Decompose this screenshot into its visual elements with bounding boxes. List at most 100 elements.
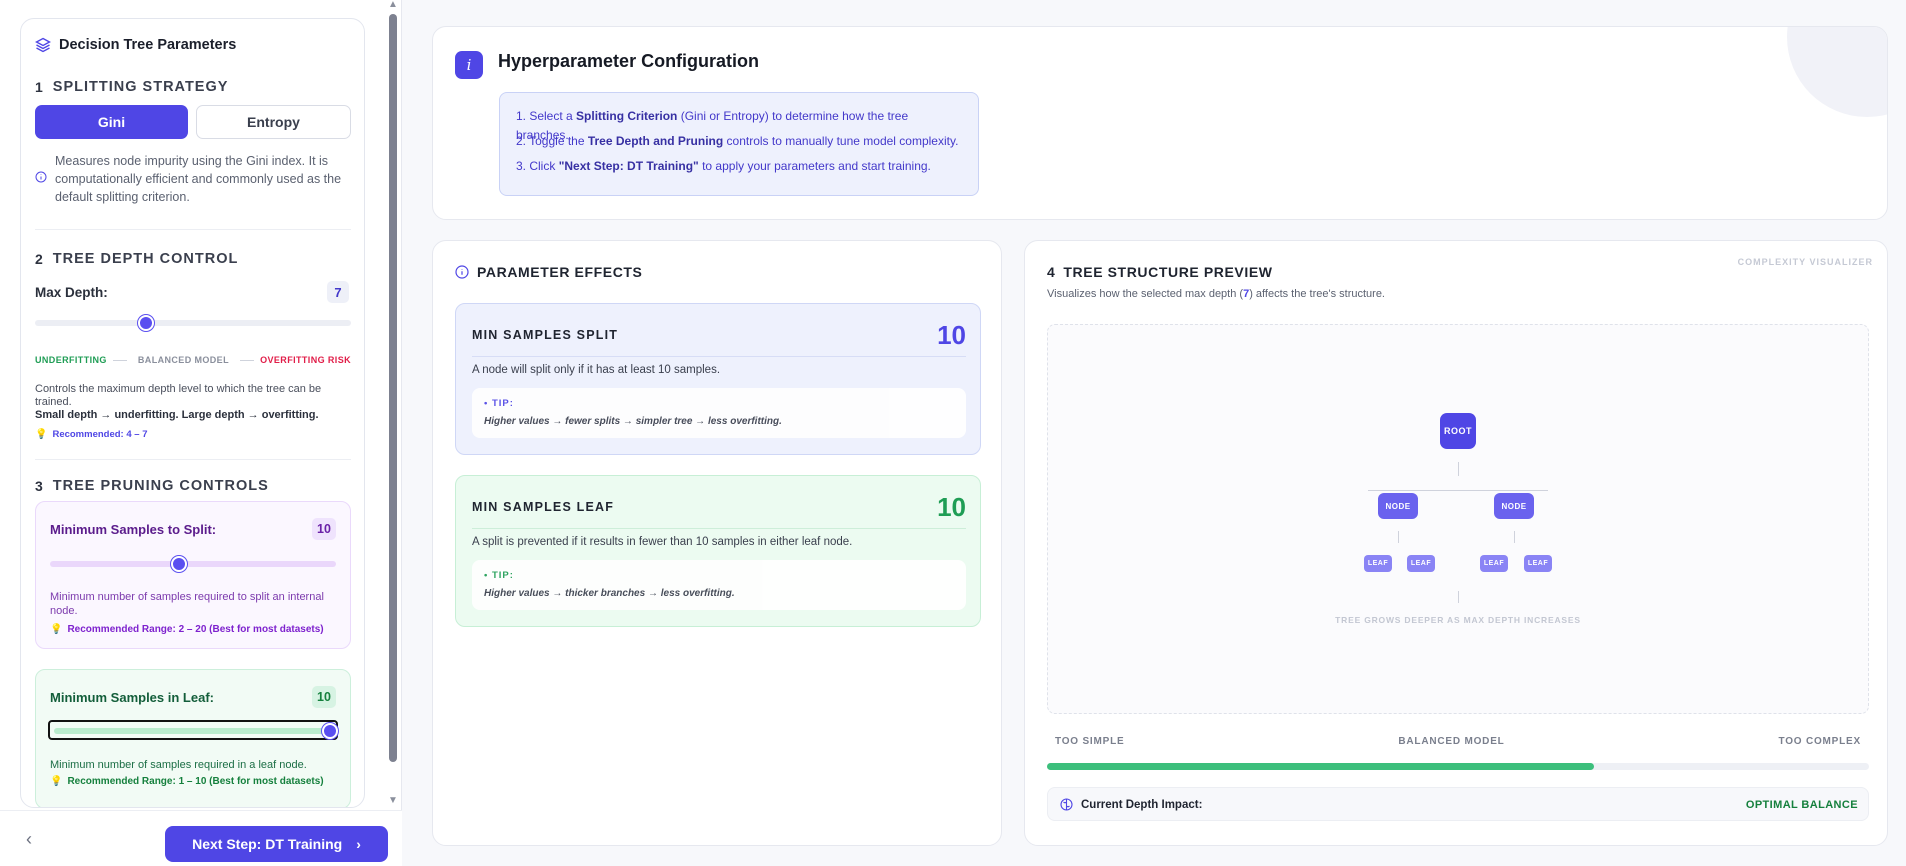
min-samples-leaf-description: Minimum number of samples required in a … (50, 759, 307, 771)
min-samples-leaf-label: Minimum Samples in Leaf: (50, 690, 214, 705)
tree-caption: TREE GROWS DEEPER AS MAX DEPTH INCREASES (1335, 615, 1581, 625)
divider (240, 359, 255, 361)
min-samples-leaf-slider[interactable] (54, 728, 330, 734)
min-samples-split-slider-thumb[interactable] (170, 556, 187, 572)
step-2: 2. Toggle the Tree Depth and Pruning con… (516, 132, 962, 157)
depth-recommendation: 💡 Recommended: 4 – 7 (35, 429, 148, 440)
tip-label: • TIP: (484, 570, 514, 581)
tree-node: NODE (1378, 493, 1418, 519)
back-chevron-icon[interactable]: ‹ (26, 829, 32, 850)
scrollbar-thumb[interactable] (389, 14, 397, 762)
tree-leaf: LEAF (1364, 555, 1392, 572)
complexity-bar-fill (1047, 763, 1594, 770)
complexity-scale: TOO SIMPLE BALANCED MODEL TOO COMPLEX (1055, 736, 1861, 747)
depth-description-line2: Small depth → underfitting. Large depth … (35, 409, 319, 421)
section-number: 2 (35, 251, 43, 267)
brain-icon (1060, 798, 1073, 811)
layers-icon (35, 37, 51, 53)
tip-text: Higher values → thicker branches → less … (484, 588, 735, 599)
tree-subtitle-text: ) affects the tree's structure. (1249, 288, 1385, 300)
step-1: 1. Select a Splitting Criterion (Gini or… (516, 107, 962, 142)
overfitting-label: OVERFITTING RISK (260, 355, 351, 365)
tip-label: • TIP: (484, 398, 514, 409)
effect-tip: • TIP: Higher values → fewer splits → si… (472, 388, 966, 438)
depth-description: Controls the maximum depth level to whic… (35, 383, 345, 422)
sidebar-scrollbar[interactable]: ▲ ▼ (385, 0, 401, 808)
next-step-button[interactable]: Next Step: DT Training › (165, 826, 388, 862)
gini-button[interactable]: Gini (35, 105, 188, 139)
min-samples-leaf-recommendation-text: Recommended Range: 1 – 10 (Best for most… (67, 776, 324, 787)
sidebar-title: Decision Tree Parameters (35, 37, 236, 53)
info-icon: i (455, 51, 483, 79)
depth-impact: Current Depth Impact: OPTIMAL BALANCE (1047, 787, 1869, 821)
min-samples-split-recommendation: 💡 Recommended Range: 2 – 20 (Best for mo… (50, 624, 324, 635)
parameters-card: Decision Tree Parameters 1 SPLITTING STR… (20, 18, 365, 808)
info-icon (35, 171, 47, 183)
min-samples-split-recommendation-text: Recommended Range: 2 – 20 (Best for most… (67, 624, 324, 635)
section-number: 3 (35, 478, 43, 494)
step-bold: Splitting Criterion (576, 109, 678, 123)
section-title: TREE PRUNING CONTROLS (52, 478, 269, 494)
scroll-up-icon[interactable]: ▲ (388, 0, 398, 10)
divider (472, 356, 966, 357)
min-samples-split-label: Minimum Samples to Split: (50, 522, 217, 537)
section-number: 4 (1047, 264, 1056, 280)
effect-value: 10 (937, 320, 966, 350)
step-bold: "Next Step: DT Training" (558, 159, 699, 173)
min-samples-leaf-slider-thumb[interactable] (322, 723, 338, 739)
depth-scale: UNDERFITTING BALANCED MODEL OVERFITTING … (35, 355, 351, 365)
complexity-visualizer-badge: COMPLEXITY VISUALIZER (1737, 257, 1873, 267)
scroll-down-icon[interactable]: ▼ (388, 796, 398, 806)
entropy-button[interactable]: Entropy (196, 105, 351, 139)
complexity-bar (1047, 763, 1869, 770)
max-depth-value: 7 (327, 281, 349, 303)
criterion-description: Measures node impurity using the Gini in… (35, 152, 351, 206)
tree-edge (1458, 591, 1459, 603)
step-3: 3. Click "Next Step: DT Training" to app… (516, 157, 962, 182)
section-title: TREE DEPTH CONTROL (52, 251, 239, 267)
min-samples-leaf-card: Minimum Samples in Leaf: 10 Minimum numb… (35, 669, 351, 807)
min-samples-leaf-effect: MIN SAMPLES LEAF 10 A split is prevented… (455, 475, 981, 627)
min-samples-split-slider[interactable] (50, 561, 336, 567)
tree-leaf: LEAF (1480, 555, 1508, 572)
step-text: to apply your parameters and start train… (698, 159, 931, 173)
max-depth-slider-thumb[interactable] (137, 315, 154, 331)
divider (112, 359, 127, 361)
tree-leaf: LEAF (1524, 555, 1552, 572)
min-samples-leaf-value: 10 (312, 686, 336, 708)
tree-structure-panel: 4 TREE STRUCTURE PREVIEW COMPLEXITY VISU… (1024, 240, 1888, 846)
min-samples-split-card: Minimum Samples to Split: 10 Minimum num… (35, 501, 351, 649)
balanced-model-label: BALANCED MODEL (1398, 736, 1505, 747)
tree-edge (1458, 462, 1459, 476)
underfitting-label: UNDERFITTING (35, 355, 107, 365)
lightbulb-icon: 💡 (50, 624, 63, 635)
criterion-toggle: Gini Entropy (35, 105, 351, 139)
parameter-effects-panel: PARAMETER EFFECTS MIN SAMPLES SPLIT 10 A… (432, 240, 1002, 846)
tree-root-node: ROOT (1440, 413, 1476, 449)
effect-description: A node will split only if it has at leas… (472, 364, 721, 376)
splitting-strategy-heading: 1 SPLITTING STRATEGY (35, 79, 228, 95)
tree-edge (1368, 490, 1548, 491)
max-depth-label: Max Depth: (35, 285, 108, 300)
max-depth-slider[interactable] (35, 320, 351, 326)
tree-diagram: ROOT NODE NODE LEAF LEAF LEAF LEAF TREE … (1047, 324, 1869, 714)
tree-depth-heading: 2 TREE DEPTH CONTROL (35, 251, 238, 267)
divider (35, 229, 351, 230)
effect-tip: • TIP: Higher values → thicker branches … (472, 560, 966, 610)
too-simple-label: TOO SIMPLE (1055, 736, 1125, 747)
step-text: 2. Toggle the (516, 134, 588, 148)
depth-recommendation-text: Recommended: 4 – 7 (52, 429, 148, 440)
divider (472, 528, 966, 529)
tree-edge (1398, 531, 1399, 543)
depth-impact-value: OPTIMAL BALANCE (1745, 799, 1858, 811)
decorative-circle (1787, 27, 1887, 117)
step-text: 3. Click (516, 159, 559, 173)
too-complex-label: TOO COMPLEX (1778, 736, 1861, 747)
min-samples-split-value: 10 (312, 518, 336, 540)
min-samples-split-effect: MIN SAMPLES SPLIT 10 A node will split o… (455, 303, 981, 455)
config-title: Hyperparameter Configuration (498, 51, 760, 71)
effect-title: MIN SAMPLES LEAF (472, 500, 615, 514)
tip-text: Higher values → fewer splits → simpler t… (484, 416, 782, 427)
tree-structure-heading: 4 TREE STRUCTURE PREVIEW (1047, 264, 1273, 280)
lightbulb-icon: 💡 (50, 776, 63, 787)
